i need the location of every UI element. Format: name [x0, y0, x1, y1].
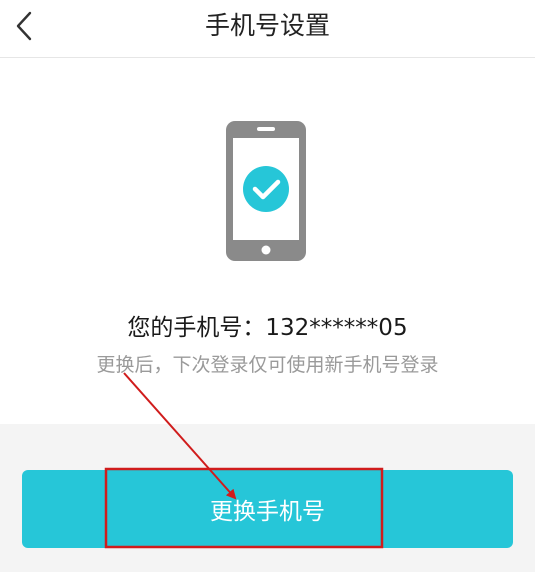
page-title: 手机号设置 [204, 11, 330, 40]
main-content: 您的手机号：132******05 更换后，下次登录仅可使用新手机号登录 [0, 58, 535, 424]
phone-number-label: 您的手机号： [127, 315, 266, 341]
phone-number-value: 132******05 [265, 315, 408, 341]
phone-settings-page: 手机号设置 您的手机号：132******05 更换后，下次登录仅可使用新手机号… [0, 0, 535, 572]
change-phone-button[interactable]: 更换手机号 [22, 470, 513, 548]
phone-check-icon [226, 121, 306, 261]
header-bar: 手机号设置 [0, 0, 535, 58]
phone-number-row: 您的手机号：132******05 [0, 308, 535, 342]
change-hint: 更换后，下次登录仅可使用新手机号登录 [96, 354, 439, 376]
